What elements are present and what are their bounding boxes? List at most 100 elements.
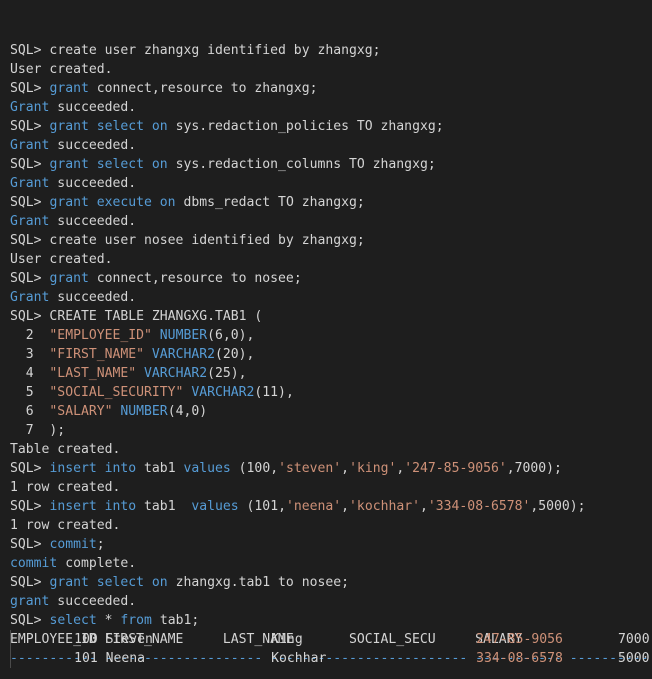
- sql-string: 'kochhar': [349, 499, 420, 514]
- sql-string: 334-08-6578: [476, 651, 563, 666]
- terminal-text: connect,resource to nosee;: [88, 271, 302, 286]
- terminal-line: SQL> insert into tab1 values (100,'steve…: [10, 459, 652, 478]
- terminal-text: (25),: [207, 366, 247, 381]
- terminal-line: grant succeeded.: [10, 592, 652, 611]
- sql-prompt: SQL>: [10, 575, 42, 590]
- terminal-line: SQL> insert into tab1 values (101,'neena…: [10, 497, 652, 516]
- sql-keyword: Grant: [10, 290, 50, 305]
- sql-prompt: SQL>: [10, 119, 42, 134]
- terminal-text: sys.redaction_policies TO zhangxg;: [167, 119, 444, 134]
- terminal-line: SQL> commit;: [10, 535, 652, 554]
- terminal-text: ;: [96, 537, 105, 552]
- sql-prompt: SQL>: [10, 537, 42, 552]
- terminal-text: sys.redaction_columns TO zhangxg;: [167, 157, 436, 172]
- sql-keyword: grant select on: [49, 157, 168, 172]
- sql-string: "SOCIAL_SECURITY": [49, 385, 184, 400]
- terminal-text: Neena: [105, 651, 146, 666]
- terminal-line: SQL> create user nosee identified by zha…: [10, 231, 652, 250]
- sql-prompt: SQL>: [10, 499, 42, 514]
- terminal-line: User created.: [10, 250, 652, 269]
- terminal-line: 1 row created.: [10, 478, 652, 497]
- terminal-text: 7: [10, 423, 50, 438]
- terminal-line: 2 "EMPLOYEE_ID" NUMBER(6,0),: [10, 326, 652, 345]
- sql-keyword: commit: [10, 556, 58, 571]
- terminal-text: *: [96, 613, 121, 628]
- terminal-text: tab1;: [151, 613, 200, 628]
- terminal-text: succeeded.: [49, 138, 137, 153]
- sql-keyword: grant select on: [49, 575, 168, 590]
- sql-keyword: insert into: [49, 499, 137, 514]
- terminal-text: (101,: [238, 499, 286, 514]
- terminal-text: ,: [341, 499, 350, 514]
- terminal-text: succeeded.: [49, 100, 137, 115]
- terminal-text: zhangxg.tab1 to nosee;: [167, 575, 349, 590]
- terminal-line: SQL> grant connect,resource to nosee;: [10, 269, 652, 288]
- sql-keyword: Grant: [10, 176, 50, 191]
- terminal-text: ,: [420, 499, 428, 514]
- sql-prompt: SQL>: [10, 81, 42, 96]
- sql-keyword: select: [49, 613, 97, 628]
- terminal-text: tab1: [136, 461, 184, 476]
- query-result-rows: 100 Steven King 247-85-9056 7000 101 Nee…: [10, 630, 650, 668]
- terminal-text: 100: [11, 632, 106, 647]
- terminal-line: SQL> grant select on zhangxg.tab1 to nos…: [10, 573, 652, 592]
- sql-keyword: VARCHAR2: [191, 385, 255, 400]
- sql-keyword: VARCHAR2: [144, 366, 208, 381]
- terminal-text: (6,0),: [207, 328, 255, 343]
- terminal-text: (4,0): [167, 404, 208, 419]
- terminal-text: succeeded.: [49, 290, 137, 305]
- sql-string: "LAST_NAME": [49, 366, 137, 381]
- sql-prompt: SQL>: [10, 157, 42, 172]
- sql-keyword: values: [183, 461, 231, 476]
- sql-keyword: Grant: [10, 100, 50, 115]
- terminal-text: 5: [10, 385, 50, 400]
- terminal-line: 7 );: [10, 421, 652, 440]
- terminal-line: Grant succeeded.: [10, 98, 652, 117]
- terminal-text: succeeded.: [49, 214, 137, 229]
- terminal-text: 5000: [562, 651, 650, 666]
- terminal-line: 4 "LAST_NAME" VARCHAR2(25),: [10, 364, 652, 383]
- sql-string: 'neena': [285, 499, 342, 514]
- terminal-text: (20),: [215, 347, 255, 362]
- terminal-line: 3 "FIRST_NAME" VARCHAR2(20),: [10, 345, 652, 364]
- sql-string: '247-85-9056': [404, 461, 507, 476]
- sql-keyword: commit: [49, 537, 97, 552]
- sql-keyword: grant: [10, 594, 50, 609]
- terminal-line: Grant succeeded.: [10, 212, 652, 231]
- terminal-text: 1 row created.: [10, 480, 121, 495]
- terminal-text: ,: [341, 461, 350, 476]
- terminal-output[interactable]: SQL> create user zhangxg identified by z…: [0, 0, 652, 679]
- sql-string: '334-08-6578': [427, 499, 531, 514]
- terminal-line: SQL> grant select on sys.redaction_polic…: [10, 117, 652, 136]
- terminal-line: User created.: [10, 60, 652, 79]
- sql-keyword: grant: [49, 271, 89, 286]
- sql-keyword: from: [120, 613, 152, 628]
- terminal-text: 7000: [562, 632, 650, 647]
- terminal-text: dbms_redact TO zhangxg;: [175, 195, 365, 210]
- terminal-line: 1 row created.: [10, 516, 652, 535]
- sql-keyword: NUMBER: [159, 328, 208, 343]
- terminal-line: Table created.: [10, 440, 652, 459]
- terminal-text: 6: [10, 404, 50, 419]
- sql-prompt: SQL>: [10, 613, 42, 628]
- sql-string: 247-85-9056: [476, 632, 563, 647]
- terminal-line: SQL> create user zhangxg identified by z…: [10, 41, 652, 60]
- sql-keyword: values: [191, 499, 239, 514]
- terminal-line: SQL> grant select on sys.redaction_colum…: [10, 155, 652, 174]
- terminal-line: SQL> grant execute on dbms_redact TO zha…: [10, 193, 652, 212]
- terminal-text: Table created.: [10, 442, 121, 457]
- sql-keyword: insert into: [49, 461, 137, 476]
- terminal-text: 101: [11, 651, 106, 666]
- sql-keyword: NUMBER: [120, 404, 168, 419]
- sql-string: "FIRST_NAME": [49, 347, 145, 362]
- terminal-text: ,7000);: [506, 461, 562, 476]
- terminal-line: 5 "SOCIAL_SECURITY" VARCHAR2(11),: [10, 383, 652, 402]
- terminal-line: 6 "SALARY" NUMBER(4,0): [10, 402, 652, 421]
- sql-prompt: SQL>: [10, 233, 42, 248]
- sql-string: 'king': [349, 461, 397, 476]
- terminal-line: Grant succeeded.: [10, 136, 652, 155]
- sql-keyword: grant: [49, 81, 89, 96]
- sql-string: 'steven': [278, 461, 342, 476]
- terminal-line: SQL> CREATE TABLE ZHANGXG.TAB1 (: [10, 307, 652, 326]
